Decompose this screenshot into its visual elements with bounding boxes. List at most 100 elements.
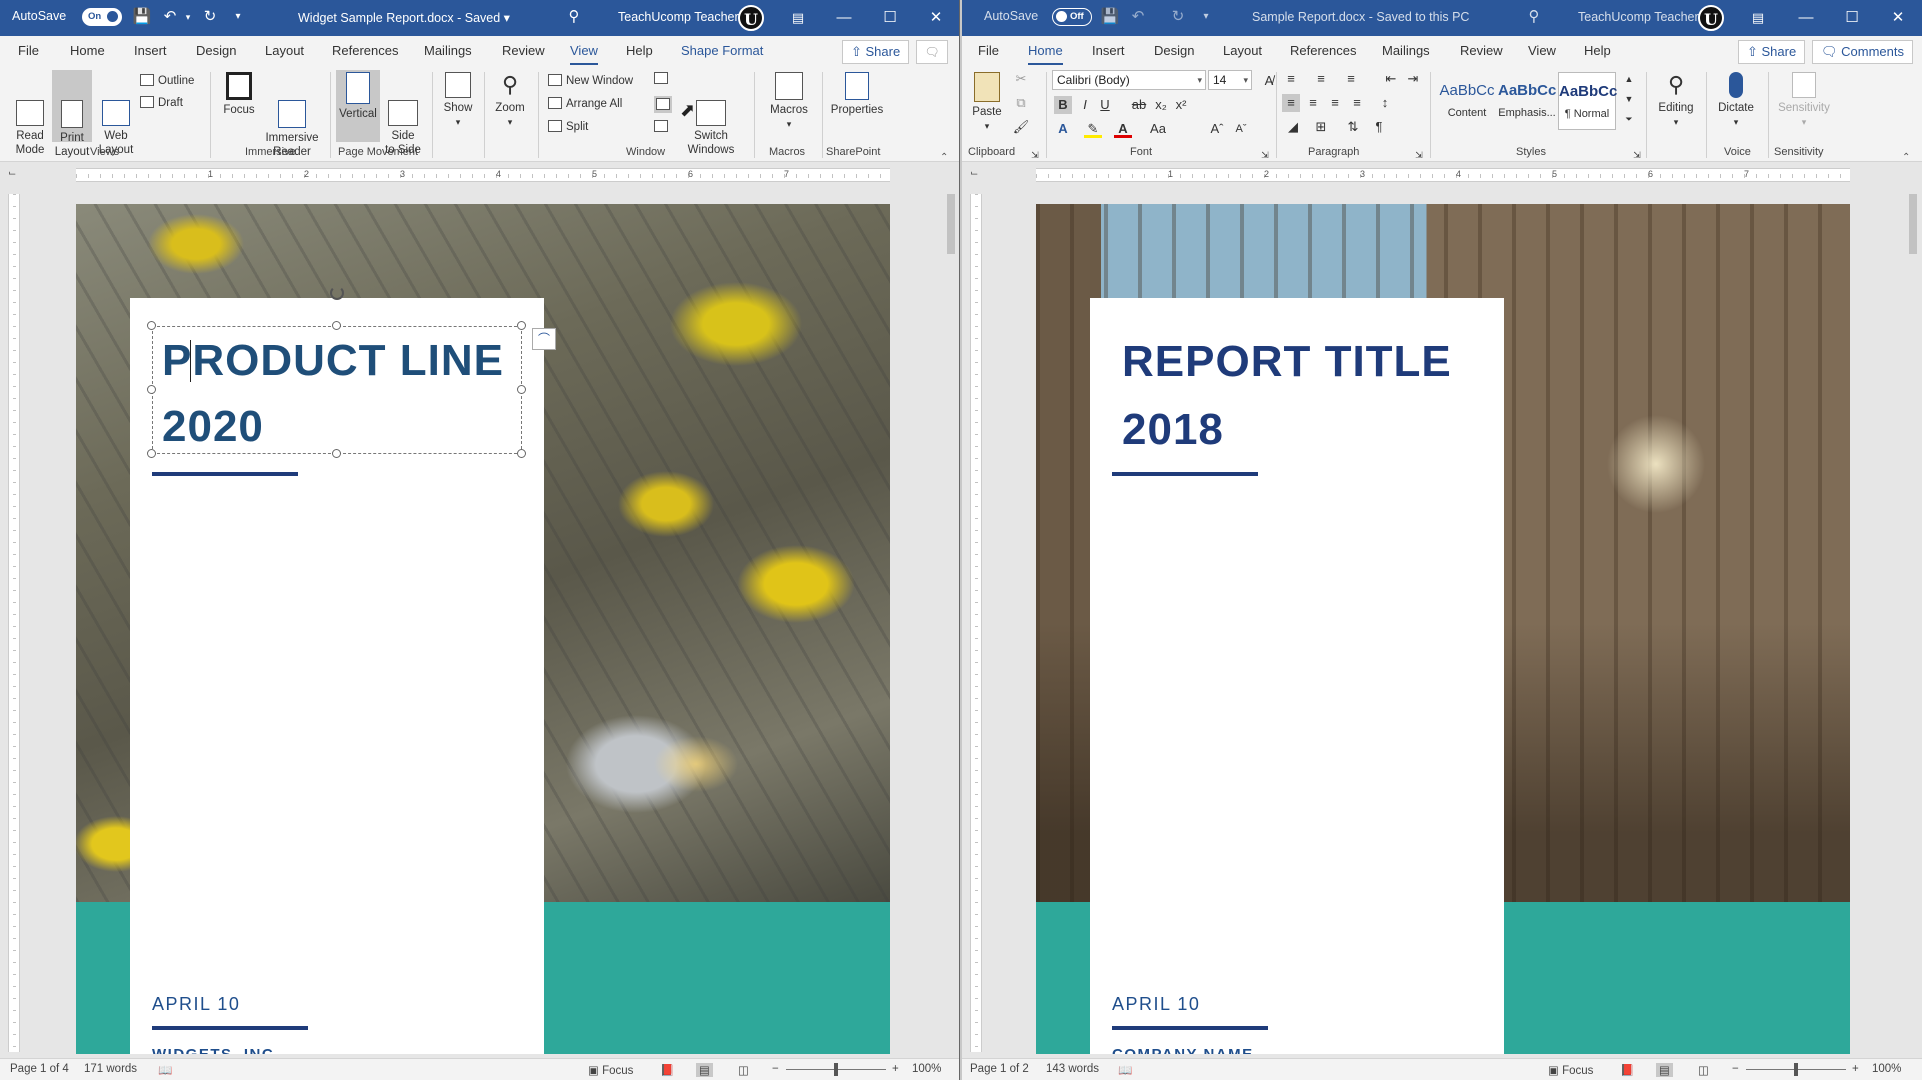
sensitivity-button[interactable]: Sensitivity ▾ xyxy=(1772,72,1836,129)
document-title[interactable]: Sample Report.docx - Saved to this PC xyxy=(1252,10,1469,24)
customize-qat-icon[interactable]: ▾ xyxy=(228,7,248,27)
zoom-in-icon[interactable]: + xyxy=(1852,1063,1859,1075)
print-layout-button[interactable]: Print Layout xyxy=(52,70,92,158)
autosave-toggle[interactable]: On xyxy=(82,8,122,26)
page-count[interactable]: Page 1 of 4 xyxy=(10,1063,69,1075)
maximize-icon[interactable]: ☐ xyxy=(1834,4,1870,32)
horizontal-ruler[interactable]: 1 2 3 4 5 6 7 xyxy=(1036,168,1850,182)
page-count[interactable]: Page 1 of 2 xyxy=(970,1063,1029,1075)
zoom-slider-thumb[interactable] xyxy=(1794,1063,1798,1076)
sort-icon[interactable]: ⇅ xyxy=(1344,118,1362,136)
switch-windows-button[interactable]: Switch Windows xyxy=(682,72,740,171)
word-count[interactable]: 171 words xyxy=(84,1063,137,1075)
copy-icon[interactable]: ⧉ xyxy=(1012,94,1030,112)
read-mode-view-icon[interactable]: 📕 xyxy=(660,1063,674,1077)
grow-font-icon[interactable]: Aˆ xyxy=(1208,120,1226,138)
dialog-launcher-icon[interactable]: ⇲ xyxy=(1628,146,1646,164)
highlight-color-icon[interactable]: ✎ xyxy=(1084,120,1102,138)
read-mode-button[interactable]: Read Mode xyxy=(10,72,50,171)
focus-button[interactable]: Focus xyxy=(218,72,260,117)
strikethrough-icon[interactable]: ab xyxy=(1130,96,1148,114)
minimize-icon[interactable]: — xyxy=(1788,4,1824,32)
tab-shape-format[interactable]: Shape Format xyxy=(681,43,763,58)
minimize-icon[interactable]: — xyxy=(826,4,862,32)
tab-insert[interactable]: Insert xyxy=(134,43,167,58)
tab-selector-icon[interactable]: ⌙ xyxy=(970,168,982,180)
split-button[interactable]: Split xyxy=(548,120,588,133)
tab-view[interactable]: View xyxy=(1528,43,1556,58)
justify-icon[interactable]: ≡ xyxy=(1348,94,1366,112)
company-name-partial[interactable]: COMPANY NAME xyxy=(1112,1046,1254,1054)
resize-handle[interactable] xyxy=(517,449,526,458)
search-icon[interactable]: ⚲ xyxy=(564,7,584,27)
zoom-level[interactable]: 100% xyxy=(912,1063,941,1075)
user-name[interactable]: TeachUcomp Teacher xyxy=(1578,10,1699,24)
change-case-icon[interactable]: Aa xyxy=(1146,120,1170,138)
dialog-launcher-icon[interactable]: ⇲ xyxy=(1410,146,1428,164)
web-layout-view-icon[interactable]: ◫ xyxy=(738,1063,749,1077)
customize-qat-icon[interactable]: ▾ xyxy=(1196,7,1216,27)
subscript-icon[interactable]: x₂ xyxy=(1152,96,1170,114)
zoom-out-icon[interactable]: − xyxy=(772,1063,779,1075)
comments-button[interactable]: 🗨 Comments xyxy=(1812,40,1913,64)
align-right-icon[interactable]: ≡ xyxy=(1326,94,1344,112)
resize-handle[interactable] xyxy=(147,321,156,330)
save-icon[interactable]: 💾 xyxy=(1100,7,1120,27)
tab-help[interactable]: Help xyxy=(626,43,653,58)
zoom-in-icon[interactable]: + xyxy=(892,1063,899,1075)
zoom-out-icon[interactable]: − xyxy=(1732,1063,1739,1075)
style-content[interactable]: AaBbCc Content xyxy=(1438,72,1496,130)
tab-home[interactable]: Home xyxy=(70,43,105,58)
shrink-font-icon[interactable]: Aˇ xyxy=(1232,120,1250,138)
zoom-button[interactable]: ⚲ Zoom ▾ xyxy=(490,72,530,129)
editing-button[interactable]: ⚲ Editing ▾ xyxy=(1652,72,1700,129)
close-icon[interactable]: ✕ xyxy=(1880,4,1916,32)
vertical-scrollbar[interactable] xyxy=(946,194,956,1052)
print-layout-view-icon[interactable]: ▤ xyxy=(696,1063,713,1077)
collapse-ribbon-icon[interactable]: ⌃ xyxy=(940,152,948,163)
style-normal[interactable]: AaBbCc ¶ Normal xyxy=(1558,72,1617,130)
style-emphasis[interactable]: AaBbCc Emphasis... xyxy=(1498,72,1556,130)
resize-handle[interactable] xyxy=(332,321,341,330)
text-effects-icon[interactable]: A xyxy=(1054,120,1072,138)
undo-icon[interactable]: ↶ xyxy=(160,7,180,27)
textbox-selection[interactable] xyxy=(152,326,522,454)
comments-button[interactable]: 🗨 xyxy=(916,40,948,64)
tab-review[interactable]: Review xyxy=(502,43,545,58)
underline-icon[interactable]: U xyxy=(1096,96,1114,114)
tab-mailings[interactable]: Mailings xyxy=(424,43,472,58)
numbering-icon[interactable]: ≡ xyxy=(1312,70,1330,88)
format-painter-icon[interactable]: 🖌 xyxy=(1012,118,1030,136)
outline-button[interactable]: Outline xyxy=(140,74,194,87)
font-size-select[interactable]: 14 ▾ xyxy=(1208,70,1252,90)
tab-references[interactable]: References xyxy=(332,43,398,58)
avatar[interactable]: U xyxy=(1698,5,1724,31)
bullets-icon[interactable]: ≡ xyxy=(1282,70,1300,88)
show-button[interactable]: Show ▾ xyxy=(438,72,478,129)
paste-button[interactable]: Paste ▾ xyxy=(968,72,1006,133)
cover-date[interactable]: APRIL 10 xyxy=(152,994,240,1015)
search-icon[interactable]: ⚲ xyxy=(1524,7,1544,27)
tab-design[interactable]: Design xyxy=(1154,43,1194,58)
company-name-partial[interactable]: WIDGETS, INC. xyxy=(152,1046,280,1054)
show-formatting-marks-icon[interactable]: ¶ xyxy=(1370,118,1388,136)
resize-handle[interactable] xyxy=(147,385,156,394)
arrange-all-button[interactable]: Arrange All xyxy=(548,97,622,110)
tab-insert[interactable]: Insert xyxy=(1092,43,1125,58)
tab-references[interactable]: References xyxy=(1290,43,1356,58)
zoom-slider-thumb[interactable] xyxy=(834,1063,838,1076)
focus-mode-button[interactable]: ▣ Focus xyxy=(1548,1063,1593,1077)
focus-mode-button[interactable]: ▣ Focus xyxy=(588,1063,633,1077)
shading-icon[interactable]: ◢ xyxy=(1284,118,1302,136)
share-button[interactable]: ⇧ Share xyxy=(1738,40,1806,64)
ribbon-display-options-icon[interactable]: ▤ xyxy=(1740,4,1776,32)
document-page[interactable]: PRODUCT LINE 2020 ⌒ APRIL 10 WIDGETS, IN… xyxy=(76,204,890,1054)
document-page[interactable]: REPORT TITLE 2018 APRIL 10 COMPANY NAME xyxy=(1036,204,1850,1054)
collapse-ribbon-icon[interactable]: ⌃ xyxy=(1902,152,1910,163)
vertical-scrollbar[interactable] xyxy=(1908,194,1918,1052)
tab-home[interactable]: Home xyxy=(1028,43,1063,65)
increase-indent-icon[interactable]: ⇥ xyxy=(1404,70,1422,88)
new-window-button[interactable]: New Window xyxy=(548,74,633,87)
font-name-select[interactable]: Calibri (Body) ▾ xyxy=(1052,70,1206,90)
share-button[interactable]: ⇧ Share xyxy=(842,40,910,64)
